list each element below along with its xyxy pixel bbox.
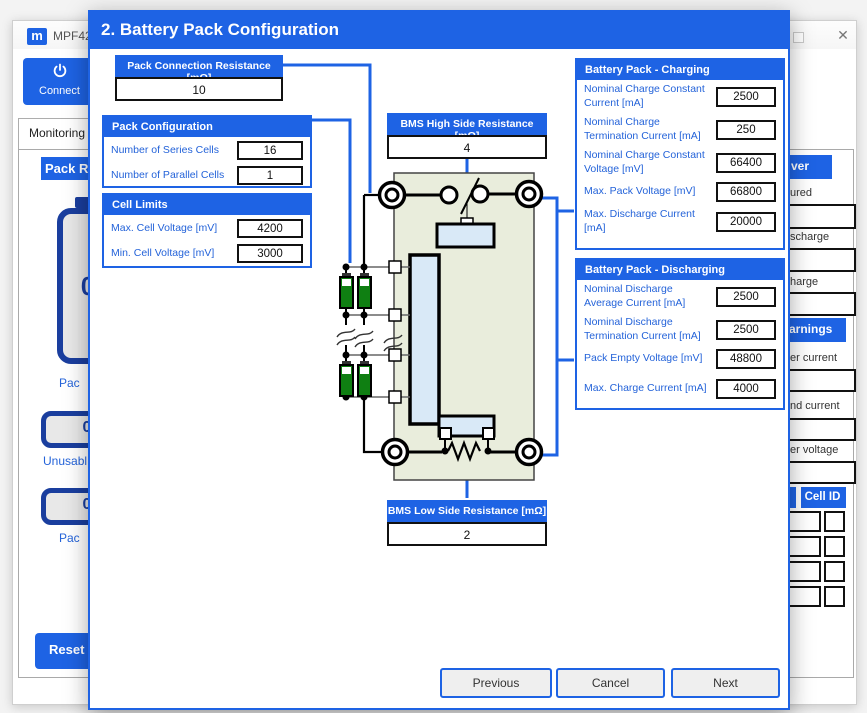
parallel-cells-label: Number of Parallel Cells	[111, 169, 237, 182]
series-cells-label: Number of Series Cells	[111, 144, 237, 157]
charging-row: Nominal Charge Termination Current [mA] …	[577, 113, 783, 146]
max-cell-voltage-row: Max. Cell Voltage [mV] 4200	[104, 217, 310, 240]
tab-monitoring[interactable]: Monitoring	[18, 118, 98, 149]
learn3-label: er voltage	[790, 444, 838, 456]
nominal-charge-constant-current-label: Nominal Charge Constant Current [mA]	[584, 83, 708, 109]
nominal-charge-constant-voltage-input[interactable]: 66400	[716, 153, 776, 173]
mps-logo-icon: m	[27, 28, 47, 45]
nominal-charge-termination-current-input[interactable]: 250	[716, 120, 776, 140]
discharging-row: Nominal Discharge Average Current [mA] 2…	[577, 280, 783, 313]
learn2-label: nd current	[790, 400, 840, 412]
nominal-discharge-average-current-label: Nominal Discharge Average Current [mA]	[584, 283, 708, 309]
max-cell-voltage-input[interactable]: 4200	[237, 219, 303, 238]
cancel-button[interactable]: Cancel	[556, 668, 665, 698]
charging-row: Max. Pack Voltage [mV] 66800	[577, 179, 783, 205]
cell-id-header: Cell ID	[801, 487, 846, 508]
pack-connection-resistance-input[interactable]: 10	[115, 77, 283, 101]
right-field2-label: scharge	[790, 231, 829, 243]
pack-empty-voltage-label: Pack Empty Voltage [mV]	[584, 352, 708, 365]
charging-header: Battery Pack - Charging	[577, 60, 783, 80]
series-cells-row: Number of Series Cells 16	[104, 139, 310, 162]
cell-row-2-b[interactable]	[824, 536, 845, 557]
nominal-discharge-termination-current-input[interactable]: 2500	[716, 320, 776, 340]
bms-low-side-resistance-input[interactable]: 2	[387, 522, 547, 546]
max-charge-current-input[interactable]: 4000	[716, 379, 776, 399]
max-cell-voltage-label: Max. Cell Voltage [mV]	[111, 222, 237, 235]
battery-pack-configuration-dialog: 2. Battery Pack Configuration	[88, 10, 790, 710]
learn1-label: er current	[790, 352, 837, 364]
stat-label-2: Pac	[59, 531, 80, 545]
max-charge-current-label: Max. Charge Current [mA]	[584, 382, 708, 395]
bms-low-side-resistance-header: BMS Low Side Resistance [mΩ]	[387, 500, 547, 522]
nominal-charge-constant-current-input[interactable]: 2500	[716, 87, 776, 107]
cell-row-3-b[interactable]	[824, 561, 845, 582]
previous-button[interactable]: Previous	[440, 668, 552, 698]
nominal-charge-termination-current-label: Nominal Charge Termination Current [mA]	[584, 116, 708, 142]
nominal-charge-constant-voltage-label: Nominal Charge Constant Voltage [mV]	[584, 149, 708, 175]
stat-label-1: Unusabl	[43, 454, 87, 468]
nominal-discharge-termination-current-label: Nominal Discharge Termination Current [m…	[584, 316, 708, 342]
discharging-row: Max. Charge Current [mA] 4000	[577, 372, 783, 405]
pack-configuration-panel: Pack Configuration Number of Series Cell…	[102, 115, 312, 188]
power-icon	[52, 63, 68, 79]
charging-row: Nominal Charge Constant Voltage [mV] 664…	[577, 146, 783, 179]
right-panel-header: ver	[786, 155, 832, 179]
min-cell-voltage-input[interactable]: 3000	[237, 244, 303, 263]
max-pack-voltage-label: Max. Pack Voltage [mV]	[584, 185, 708, 198]
max-discharge-current-label: Max. Discharge Current [mA]	[584, 208, 708, 234]
series-cells-input[interactable]: 16	[237, 141, 303, 160]
battery-pack-charging-panel: Battery Pack - Charging Nominal Charge C…	[575, 58, 785, 250]
charging-row: Nominal Charge Constant Current [mA] 250…	[577, 80, 783, 113]
max-discharge-current-input[interactable]: 20000	[716, 212, 776, 232]
cell-limits-header: Cell Limits	[104, 195, 310, 215]
parallel-cells-row: Number of Parallel Cells 1	[104, 164, 310, 187]
pack-empty-voltage-input[interactable]: 48800	[716, 349, 776, 369]
connect-button[interactable]: Connect	[23, 58, 96, 105]
min-cell-voltage-label: Min. Cell Voltage [mV]	[111, 247, 237, 260]
charging-row: Max. Discharge Current [mA] 20000	[577, 205, 783, 238]
next-button[interactable]: Next	[671, 668, 780, 698]
battery-label: Pac	[59, 376, 80, 390]
afe-ic-block	[410, 255, 439, 424]
discharging-header: Battery Pack - Discharging	[577, 260, 783, 280]
min-cell-voltage-row: Min. Cell Voltage [mV] 3000	[104, 242, 310, 265]
discharging-row: Nominal Discharge Termination Current [m…	[577, 313, 783, 346]
max-pack-voltage-input[interactable]: 66800	[716, 182, 776, 202]
high-side-fet-block	[437, 224, 494, 247]
discharging-row: Pack Empty Voltage [mV] 48800	[577, 346, 783, 372]
bms-high-side-resistance-input[interactable]: 4	[387, 135, 547, 159]
cell-row-4-b[interactable]	[824, 586, 845, 607]
parallel-cells-input[interactable]: 1	[237, 166, 303, 185]
close-icon[interactable]: ✕	[833, 27, 853, 44]
maximize-icon[interactable]	[793, 32, 804, 43]
cell-row-1-b[interactable]	[824, 511, 845, 532]
right-field1-label: ured	[790, 187, 812, 199]
bms-high-side-resistance-header: BMS High Side Resistance [mΩ]	[387, 113, 547, 135]
pack-configuration-header: Pack Configuration	[104, 117, 310, 137]
nominal-discharge-average-current-input[interactable]: 2500	[716, 287, 776, 307]
pack-connection-resistance-header: Pack Connection Resistance [mΩ]	[115, 55, 283, 77]
connect-button-label: Connect	[23, 85, 96, 97]
battery-pack-discharging-panel: Battery Pack - Discharging Nominal Disch…	[575, 258, 785, 410]
right-field3-label: harge	[790, 276, 818, 288]
cell-limits-panel: Cell Limits Max. Cell Voltage [mV] 4200 …	[102, 193, 312, 268]
